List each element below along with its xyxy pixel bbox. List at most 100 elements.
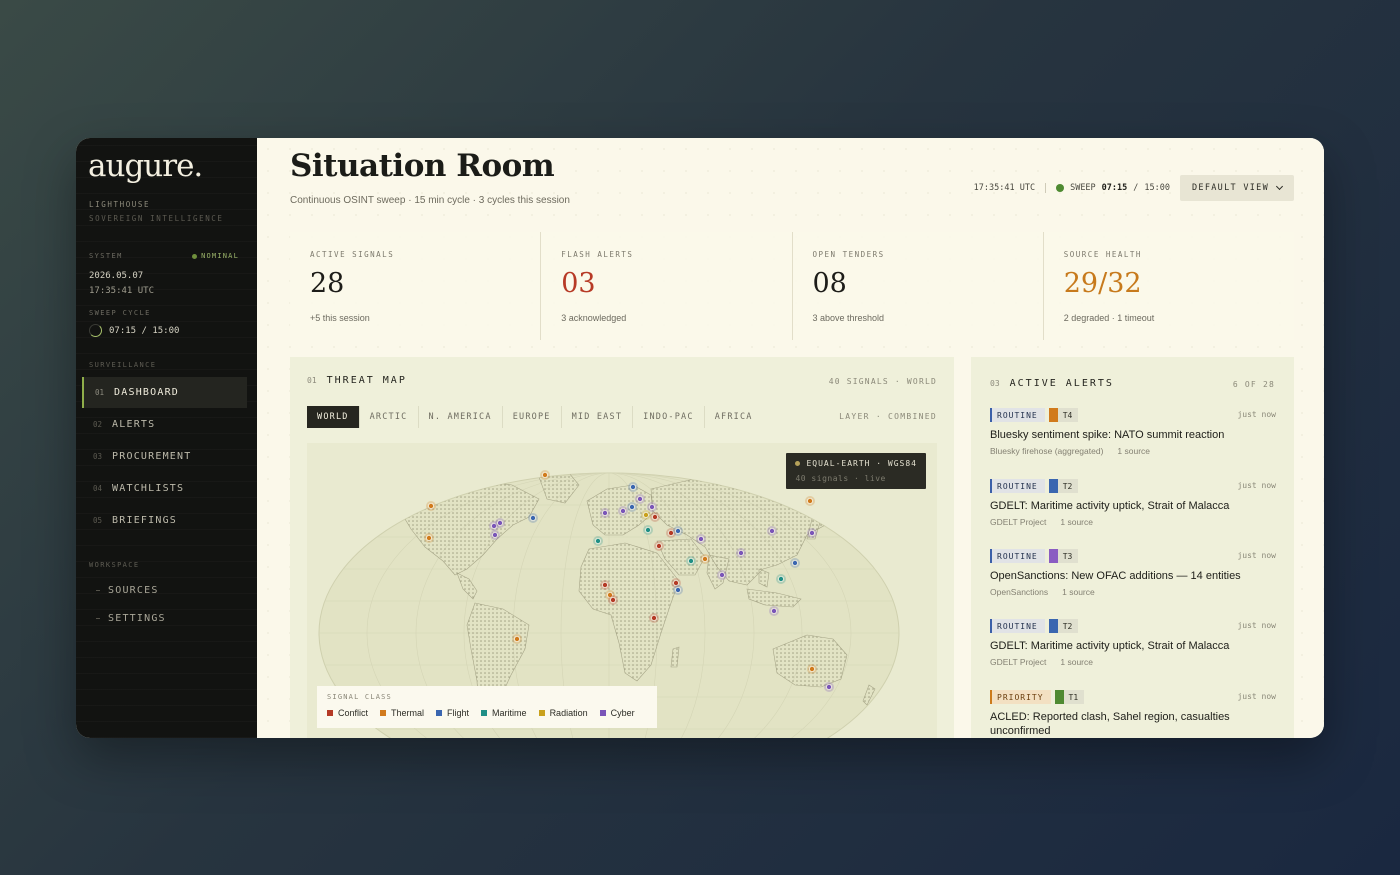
workspace-item-label: SOURCES (108, 585, 159, 596)
swatch (436, 710, 443, 716)
signal-marker[interactable] (808, 530, 815, 537)
nav-section-label: SURVEILLANCE (89, 361, 157, 369)
signal-marker[interactable] (642, 512, 649, 519)
signal-marker[interactable] (718, 571, 725, 578)
sidebar-item-alerts[interactable]: 02 ALERTS (82, 409, 247, 440)
signal-marker[interactable] (644, 527, 651, 534)
brand-line-1: LIGHTHOUSE (89, 200, 151, 209)
tier-color-bar (1048, 619, 1058, 633)
signal-marker[interactable] (737, 550, 744, 557)
legend-item-conflict[interactable]: Conflict (327, 708, 368, 718)
signal-marker[interactable] (619, 508, 626, 515)
legend-title: SIGNAL CLASS (327, 693, 392, 701)
progress-ring-icon (89, 324, 102, 337)
system-time: 17:35:41 UTC (89, 286, 155, 296)
nav-item-number: 04 (93, 484, 103, 493)
sidebar-item-dashboard[interactable]: 01 DASHBOARD (82, 377, 247, 408)
region-tabs: WORLD ARCTIC N. AMERICA EUROPE MID EAST … (307, 406, 763, 428)
map-signal-count: 40 SIGNALS · WORLD (828, 377, 937, 386)
sidebar-item-briefings[interactable]: 05 BRIEFINGS (82, 505, 247, 536)
divider (1045, 183, 1047, 193)
dash-icon (96, 590, 100, 591)
signal-marker[interactable] (650, 614, 657, 621)
signal-marker[interactable] (426, 535, 433, 542)
alert-source: GDELT Project (990, 657, 1047, 667)
tab-world[interactable]: WORLD (307, 406, 360, 428)
signal-marker[interactable] (601, 510, 608, 517)
tab-africa[interactable]: AFRICA (705, 406, 763, 428)
tab-europe[interactable]: EUROPE (503, 406, 562, 428)
alert-item[interactable]: ROUTINE T2 just now GDELT: Maritime activ… (990, 619, 1276, 667)
sweep-total: 15:00 (1144, 183, 1170, 193)
signal-marker[interactable] (651, 514, 658, 521)
brand-line-2: SOVEREIGN INTELLIGENCE (89, 214, 224, 223)
signal-marker[interactable] (513, 635, 520, 642)
signal-marker[interactable] (601, 581, 608, 588)
tab-middle-east[interactable]: MID EAST (562, 406, 634, 428)
alert-headline: ACLED: Reported clash, Sahel region, cas… (990, 711, 1230, 737)
sidebar-item-watchlists[interactable]: 04 WATCHLISTS (82, 473, 247, 504)
signal-marker[interactable] (806, 498, 813, 505)
page-title: Situation Room (290, 148, 555, 184)
signal-marker[interactable] (826, 683, 833, 690)
signal-marker[interactable] (777, 575, 784, 582)
alert-item[interactable]: PRIORITY T1 just now ACLED: Reported clas… (990, 690, 1276, 738)
world-map[interactable]: EQUAL-EARTH · WGS84 40 signals · live SI… (307, 443, 937, 738)
alert-item[interactable]: ROUTINE T3 just now OpenSanctions: New OF… (990, 549, 1276, 597)
signal-marker[interactable] (770, 607, 777, 614)
legend-item-maritime[interactable]: Maritime (481, 708, 527, 718)
stat-value: 29/32 (1063, 268, 1142, 299)
legend-item-thermal[interactable]: Thermal (380, 708, 424, 718)
legend-item-cyber[interactable]: Cyber (599, 708, 635, 718)
signal-marker[interactable] (636, 496, 643, 503)
tier-label: T1 (1068, 692, 1079, 702)
signal-marker[interactable] (791, 560, 798, 567)
signal-marker[interactable] (701, 556, 708, 563)
sidebar-item-procurement[interactable]: 03 PROCUREMENT (82, 441, 247, 472)
sweep-status-icon (1056, 184, 1065, 192)
alert-source: OpenSanctions (990, 587, 1049, 597)
tab-north-america[interactable]: N. AMERICA (419, 406, 503, 428)
tab-indo-pacific[interactable]: INDO-PAC (633, 406, 705, 428)
panel-title: ACTIVE ALERTS (1009, 378, 1114, 389)
legend-item-radiation[interactable]: Radiation (538, 708, 588, 718)
signal-marker[interactable] (697, 536, 704, 543)
stat-value: 28 (310, 268, 345, 299)
signal-marker[interactable] (529, 515, 536, 522)
legend-item-flight[interactable]: Flight (436, 708, 469, 718)
signal-marker[interactable] (629, 484, 636, 491)
signal-marker[interactable] (655, 543, 662, 550)
signal-marker[interactable] (609, 596, 616, 603)
tab-arctic[interactable]: ARCTIC (360, 406, 419, 428)
stats-row: ACTIVE SIGNALS 28 +5 this session FLASH … (290, 232, 1294, 340)
nav-item-label: WATCHLISTS (112, 483, 185, 494)
layer-selector[interactable]: LAYER · COMBINED (839, 412, 937, 421)
signal-marker[interactable] (491, 532, 498, 539)
signal-marker[interactable] (428, 503, 435, 510)
alert-source: Bluesky firehose (aggregated) (990, 446, 1104, 456)
legend-label: Radiation (549, 708, 588, 718)
alert-item[interactable]: ROUTINE T2 just now GDELT: Maritime activ… (990, 479, 1276, 527)
signal-marker[interactable] (541, 471, 548, 478)
workspace-item-label: SETTINGS (108, 613, 166, 624)
panel-number: 01 (307, 376, 317, 385)
signal-marker[interactable] (628, 504, 635, 511)
signal-marker[interactable] (496, 520, 503, 527)
signal-marker[interactable] (594, 538, 601, 545)
sidebar-item-sources[interactable]: SOURCES (96, 585, 159, 596)
signal-marker[interactable] (667, 530, 674, 537)
signal-marker[interactable] (768, 528, 775, 535)
alerts-count: 6 OF 28 (1232, 380, 1275, 389)
signal-marker[interactable] (672, 579, 679, 586)
tier-color-bar (1048, 479, 1058, 493)
alert-item[interactable]: ROUTINE T4 just now Bluesky sentiment spi… (990, 408, 1276, 456)
signal-marker[interactable] (674, 586, 681, 593)
default-view-button[interactable]: DEFAULT VIEW (1179, 175, 1294, 201)
signal-marker[interactable] (687, 558, 694, 565)
sidebar-item-settings[interactable]: SETTINGS (96, 613, 166, 624)
signal-marker[interactable] (674, 528, 681, 535)
signal-marker[interactable] (648, 504, 655, 511)
signal-marker[interactable] (808, 665, 815, 672)
stat-label: ACTIVE SIGNALS (310, 250, 395, 259)
nav-item-number: 01 (95, 388, 105, 397)
